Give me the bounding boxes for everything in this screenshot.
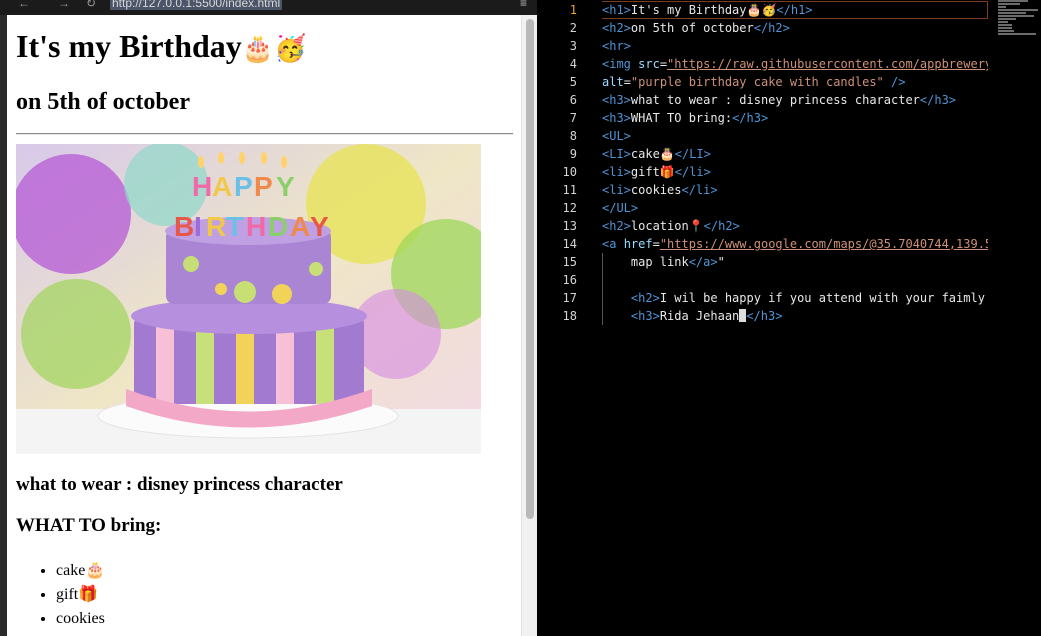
line-number: 5: [569, 75, 577, 89]
vertical-scrollbar[interactable]: [521, 15, 537, 636]
browser-window: ← → ↻ http://127.0.0.1:5500/index.html ≡…: [0, 0, 537, 636]
line-number: 8: [569, 129, 577, 143]
address-bar[interactable]: http://127.0.0.1:5500/index.html: [110, 0, 283, 10]
code-line-11[interactable]: <li>cookies</li>: [602, 181, 988, 199]
date-heading: on 5th of october: [16, 89, 190, 115]
list-item-label: cake: [56, 562, 86, 579]
line-number: 12: [562, 201, 577, 215]
line-number: 1: [569, 3, 577, 17]
list-item: cake🎂: [56, 559, 516, 583]
svg-text:H: H: [246, 211, 266, 242]
forward-icon[interactable]: →: [58, 0, 70, 10]
list-item-label: cookies: [56, 610, 105, 627]
purple-birthday-cake-illustration: H A P P Y B I R T H D A Y: [16, 144, 481, 454]
line-number: 4: [569, 57, 577, 71]
code-line-17[interactable]: <h2>I wil be happy if you attend with yo…: [602, 289, 988, 307]
svg-text:A: A: [290, 211, 310, 242]
wear-heading: what to wear : disney princess character: [16, 474, 343, 495]
code-line-12[interactable]: </UL>: [602, 199, 988, 217]
rendered-page: It's my Birthday🎂🥳 on 5th of october H A…: [16, 15, 516, 631]
code-line-7[interactable]: <h3>WHAT TO bring:</h3>: [602, 109, 988, 127]
svg-text:P: P: [234, 171, 253, 202]
cake-image: H A P P Y B I R T H D A Y: [16, 144, 481, 454]
code-line-14[interactable]: <a href="https://www.google.com/maps/@35…: [602, 235, 988, 253]
svg-text:A: A: [212, 171, 232, 202]
line-number: 14: [562, 237, 577, 251]
code-line-2[interactable]: <h2>on 5th of october</h2>: [602, 19, 988, 37]
scrollbar-thumb[interactable]: [526, 19, 534, 519]
back-icon[interactable]: ←: [18, 0, 30, 10]
line-number: 16: [562, 273, 577, 287]
birthday-emoji: 🎂🥳: [241, 34, 307, 63]
list-item-label: gift: [56, 586, 79, 603]
reload-icon[interactable]: ↻: [86, 0, 96, 10]
menu-icon[interactable]: ≡: [520, 0, 527, 10]
line-number: 18: [562, 309, 577, 323]
svg-text:H: H: [192, 171, 212, 202]
line-number: 6: [569, 93, 577, 107]
svg-text:R: R: [206, 211, 226, 242]
code-line-6[interactable]: <h3>what to wear : disney princess chara…: [602, 91, 988, 109]
line-number: 13: [562, 219, 577, 233]
line-number-gutter: 1 2 3 4 5 6 7 8 9 10 11 12 13 14 15 16 1…: [537, 1, 577, 325]
code-editor[interactable]: 1 2 3 4 5 6 7 8 9 10 11 12 13 14 15 16 1…: [537, 0, 1041, 636]
svg-text:Y: Y: [310, 211, 329, 242]
svg-text:B: B: [174, 211, 194, 242]
bring-heading: WHAT TO bring:: [16, 515, 162, 536]
gift-emoji: 🎁: [78, 586, 99, 603]
line-number: 10: [562, 165, 577, 179]
line-number: 7: [569, 111, 577, 125]
code-line-3[interactable]: <hr>: [602, 37, 988, 55]
line-number: 11: [562, 183, 577, 197]
code-area[interactable]: <h1>It's my Birthday🎂🥳</h1> <h2>on 5th o…: [602, 1, 988, 325]
code-line-4[interactable]: <img src="https://raw.githubusercontent.…: [602, 55, 988, 73]
svg-text:T: T: [226, 211, 243, 242]
line-number: 15: [562, 255, 577, 269]
browser-toolbar: ← → ↻ http://127.0.0.1:5500/index.html ≡: [0, 0, 537, 15]
code-line-10[interactable]: <li>gift🎁</li>: [602, 163, 988, 181]
line-number: 17: [562, 291, 577, 305]
code-line-13[interactable]: <h2>location📍</h2>: [602, 217, 988, 235]
list-item: gift🎁: [56, 583, 516, 607]
code-line-15[interactable]: map link</a>": [602, 253, 988, 271]
code-line-16[interactable]: [602, 271, 988, 289]
page-heading: It's my Birthday🎂🥳: [16, 27, 516, 68]
svg-text:D: D: [268, 211, 288, 242]
line-number: 9: [569, 147, 577, 161]
code-line-8[interactable]: <UL>: [602, 127, 988, 145]
list-item: cookies: [56, 607, 516, 631]
code-line-5[interactable]: alt="purple birthday cake with candles" …: [602, 73, 988, 91]
code-line-1[interactable]: <h1>It's my Birthday🎂🥳</h1>: [602, 1, 988, 19]
svg-text:P: P: [254, 171, 273, 202]
line-number: 2: [569, 21, 577, 35]
cake-emoji: 🎂: [85, 562, 106, 579]
divider: [16, 133, 513, 135]
line-number: 3: [569, 39, 577, 53]
window-edge: [0, 15, 7, 636]
code-line-9[interactable]: <LI>cake🎂</LI>: [602, 145, 988, 163]
bring-list: cake🎂 gift🎁 cookies: [16, 559, 516, 631]
minimap[interactable]: [998, 0, 1041, 40]
svg-text:I: I: [194, 211, 202, 242]
svg-text:Y: Y: [276, 171, 295, 202]
heading-text: It's my Birthday: [16, 28, 242, 64]
code-line-18[interactable]: <h3>Rida Jehaan </h3>: [602, 307, 988, 325]
